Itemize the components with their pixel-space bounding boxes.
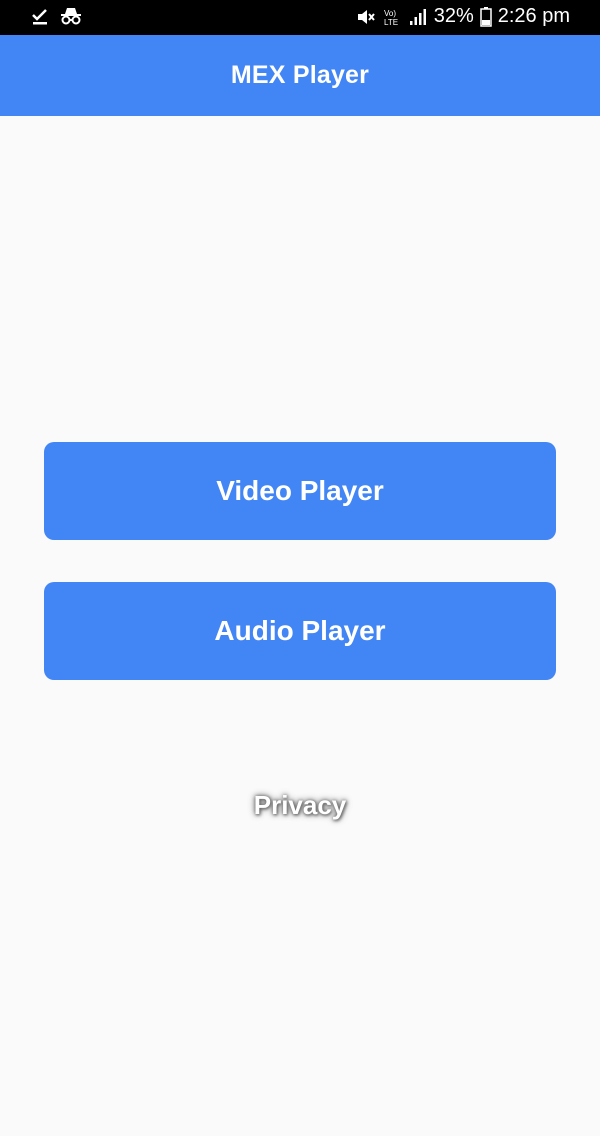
svg-text:LTE: LTE <box>384 18 398 27</box>
svg-text:Vo): Vo) <box>384 9 396 18</box>
battery-percent: 32% <box>433 5 474 27</box>
app-bar: MEX Player <box>0 35 600 116</box>
signal-icon <box>408 7 428 27</box>
incognito-icon <box>60 6 82 26</box>
status-right-icons: Vo) LTE 32% 2:26 pm <box>356 5 570 28</box>
battery-icon <box>479 6 492 27</box>
mute-icon <box>356 7 376 27</box>
audio-player-button[interactable]: Audio Player <box>44 582 556 680</box>
app-title: MEX Player <box>230 61 370 89</box>
main-content: Video Player Audio Player Privacy <box>0 116 600 1136</box>
download-done-icon <box>30 6 50 26</box>
clock-time: 2:26 pm <box>497 5 570 27</box>
volte-icon: Vo) LTE <box>382 7 402 27</box>
video-player-button[interactable]: Video Player <box>44 442 556 540</box>
privacy-link[interactable]: Privacy <box>0 790 600 821</box>
status-bar: Vo) LTE 32% 2:26 pm <box>0 0 600 35</box>
status-left-icons <box>30 6 82 26</box>
